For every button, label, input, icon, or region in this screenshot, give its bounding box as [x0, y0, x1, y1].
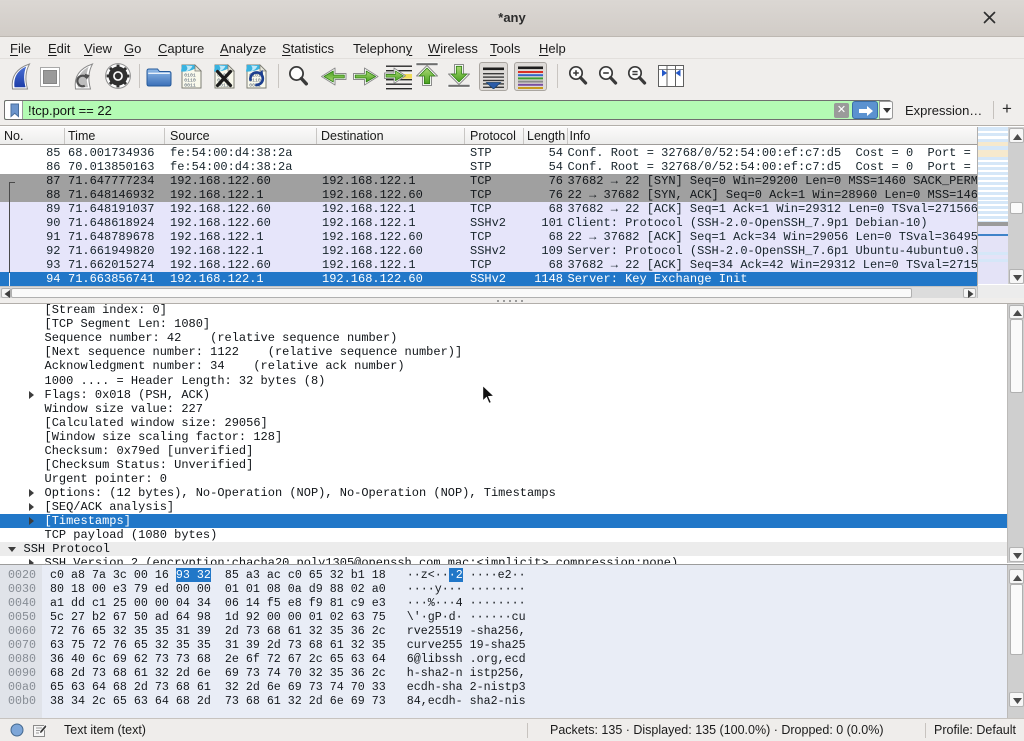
svg-text:0011: 0011	[184, 83, 196, 89]
